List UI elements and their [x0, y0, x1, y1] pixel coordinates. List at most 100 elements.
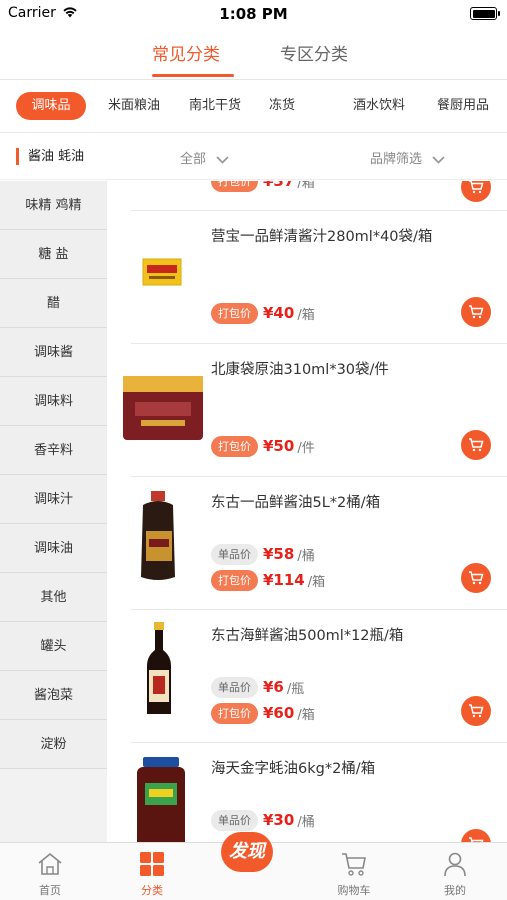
- cart-icon: [469, 181, 484, 194]
- category-chip[interactable]: 米面粮油: [100, 92, 168, 120]
- category-chip[interactable]: 南北干货: [182, 92, 248, 120]
- brand-filter-label: 品牌筛选: [370, 152, 423, 167]
- price-unit: /桶: [297, 548, 315, 564]
- tab-categories[interactable]: 分类: [112, 849, 192, 898]
- product-name[interactable]: 东古海鲜酱油500ml*12瓶/箱: [211, 624, 403, 645]
- category-bar: 调味品 米面粮油 南北干货 冻货 酒水饮料 餐厨用品: [0, 80, 507, 133]
- clock: 1:08 PM: [219, 5, 288, 23]
- price-row: 打包价 ¥50 /件: [211, 435, 315, 457]
- price-unit: /箱: [297, 707, 315, 723]
- tab-home[interactable]: 首页: [10, 849, 90, 898]
- tab-zone-categories[interactable]: 专区分类: [280, 40, 348, 65]
- pack-price-tag: 打包价: [211, 702, 258, 724]
- add-to-cart-button[interactable]: [461, 181, 491, 202]
- soy-sauce-jug-image: [119, 487, 203, 587]
- sidebar-item[interactable]: 酱泡菜: [0, 671, 107, 720]
- cart-icon: [469, 571, 484, 585]
- cart-icon: [342, 853, 366, 876]
- price-row: 打包价 ¥60 /箱: [211, 702, 315, 724]
- product-card[interactable]: 营宝一品鲜清酱汁280ml*40袋/箱 打包价 ¥40 /箱: [131, 210, 507, 343]
- unit-price-tag: 单品价: [211, 543, 258, 565]
- price-unit: /箱: [297, 307, 315, 323]
- price-amount: ¥37: [263, 181, 295, 190]
- category-chip[interactable]: 餐厨用品: [428, 92, 498, 120]
- price-row: 单品价 ¥58 /桶: [211, 543, 315, 565]
- tab-label: 购物车: [337, 884, 371, 897]
- add-to-cart-button[interactable]: [461, 696, 491, 726]
- product-name[interactable]: 东古一品鲜酱油5L*2桶/箱: [211, 491, 380, 512]
- sidebar-item[interactable]: 调味汁: [0, 475, 107, 524]
- sidebar-item[interactable]: 糖 盐: [0, 230, 107, 279]
- add-to-cart-button[interactable]: [461, 829, 491, 843]
- soy-sauce-bag-image: [121, 354, 205, 454]
- price-row: 打包价 ¥114 /箱: [211, 569, 325, 591]
- sauce-pouch-image: [119, 221, 203, 321]
- user-icon: [444, 852, 466, 877]
- tab-profile[interactable]: 我的: [415, 849, 495, 898]
- price-unit: /桶: [297, 814, 315, 830]
- product-card[interactable]: 东古一品鲜酱油5L*2桶/箱 单品价 ¥58 /桶 打包价 ¥114 /箱: [131, 476, 507, 609]
- brand-filter-dropdown[interactable]: 品牌筛选: [370, 148, 445, 167]
- unit-price-tag: 单品价: [211, 809, 258, 831]
- category-chip[interactable]: 调味品: [16, 92, 86, 120]
- battery-icon: [470, 7, 500, 20]
- price-amount: ¥50: [263, 437, 295, 455]
- sidebar-item[interactable]: 调味料: [0, 377, 107, 426]
- pack-price-tag: 打包价: [211, 181, 258, 192]
- price-unit: /箱: [297, 181, 315, 191]
- cart-icon: [469, 305, 484, 319]
- filter-all-label: 全部: [180, 152, 207, 167]
- soy-sauce-bottle-image: [119, 620, 203, 720]
- sidebar-item[interactable]: 调味油: [0, 524, 107, 573]
- sidebar-item[interactable]: 调味酱: [0, 328, 107, 377]
- cart-icon: [469, 704, 484, 718]
- sidebar-item[interactable]: 香辛料: [0, 426, 107, 475]
- tab-label: 我的: [444, 884, 466, 897]
- product-card[interactable]: 海天金字蚝油6kg*2桶/箱 单品价 ¥30 /桶: [131, 742, 507, 843]
- tab-common-categories[interactable]: 常见分类: [152, 40, 220, 65]
- sidebar-item[interactable]: 其他: [0, 573, 107, 622]
- price-amount: ¥40: [263, 304, 295, 322]
- sidebar-item[interactable]: 味精 鸡精: [0, 181, 107, 230]
- filter-bar: 酱油 蚝油 全部 品牌筛选: [0, 134, 507, 180]
- filter-all-dropdown[interactable]: 全部: [180, 148, 229, 167]
- current-subcategory: 酱油 蚝油: [16, 148, 84, 165]
- sidebar-item[interactable]: 淀粉: [0, 720, 107, 769]
- category-chip[interactable]: 酒水饮料: [344, 92, 414, 120]
- price-amount: ¥30: [263, 811, 295, 829]
- chevron-down-icon: [432, 155, 445, 164]
- sidebar-item[interactable]: 罐头: [0, 622, 107, 671]
- product-name[interactable]: 海天金字蚝油6kg*2桶/箱: [211, 757, 375, 778]
- product-card[interactable]: 北康袋原油310ml*30袋/件 打包价 ¥50 /件: [123, 343, 507, 476]
- add-to-cart-button[interactable]: [461, 563, 491, 593]
- pack-price-tag: 打包价: [211, 302, 258, 324]
- pack-price-tag: 打包价: [211, 435, 258, 457]
- discover-button[interactable]: 发现: [221, 832, 273, 872]
- sidebar-item[interactable]: 醋: [0, 279, 107, 328]
- price-amount: ¥114: [263, 571, 305, 589]
- product-card[interactable]: 东古海鲜酱油500ml*12瓶/箱 单品价 ¥6 /瓶 打包价 ¥60 /箱: [131, 609, 507, 742]
- price-unit: /瓶: [286, 681, 305, 697]
- product-card[interactable]: 打包价 ¥37 /箱: [131, 181, 507, 210]
- cart-icon: [469, 438, 484, 452]
- top-tabs: 常见分类 专区分类: [0, 28, 507, 80]
- oyster-sauce-tub-image: [119, 753, 203, 843]
- home-icon: [38, 852, 62, 875]
- add-to-cart-button[interactable]: [461, 430, 491, 460]
- price-amount: ¥60: [263, 704, 295, 722]
- price-amount: ¥6: [263, 678, 284, 696]
- status-bar: Carrier 1:08 PM: [0, 0, 507, 28]
- category-chip[interactable]: 冻货: [262, 92, 302, 120]
- grid-icon: [140, 852, 164, 876]
- tab-label: 分类: [141, 884, 163, 897]
- product-list[interactable]: 打包价 ¥37 /箱 营宝一品鲜清酱汁280ml*40袋/箱 打包价 ¥40 /…: [107, 181, 507, 843]
- price-row: 单品价 ¥30 /桶: [211, 809, 315, 831]
- tab-cart[interactable]: 购物车: [314, 849, 394, 898]
- product-name[interactable]: 北康袋原油310ml*30袋/件: [211, 358, 389, 379]
- add-to-cart-button[interactable]: [461, 297, 491, 327]
- product-name[interactable]: 营宝一品鲜清酱汁280ml*40袋/箱: [211, 225, 432, 246]
- price-unit: /箱: [307, 574, 326, 590]
- price-row: 打包价 ¥40 /箱: [211, 302, 315, 324]
- price-row: 打包价 ¥37 /箱: [211, 181, 315, 192]
- price-unit: /件: [297, 440, 315, 456]
